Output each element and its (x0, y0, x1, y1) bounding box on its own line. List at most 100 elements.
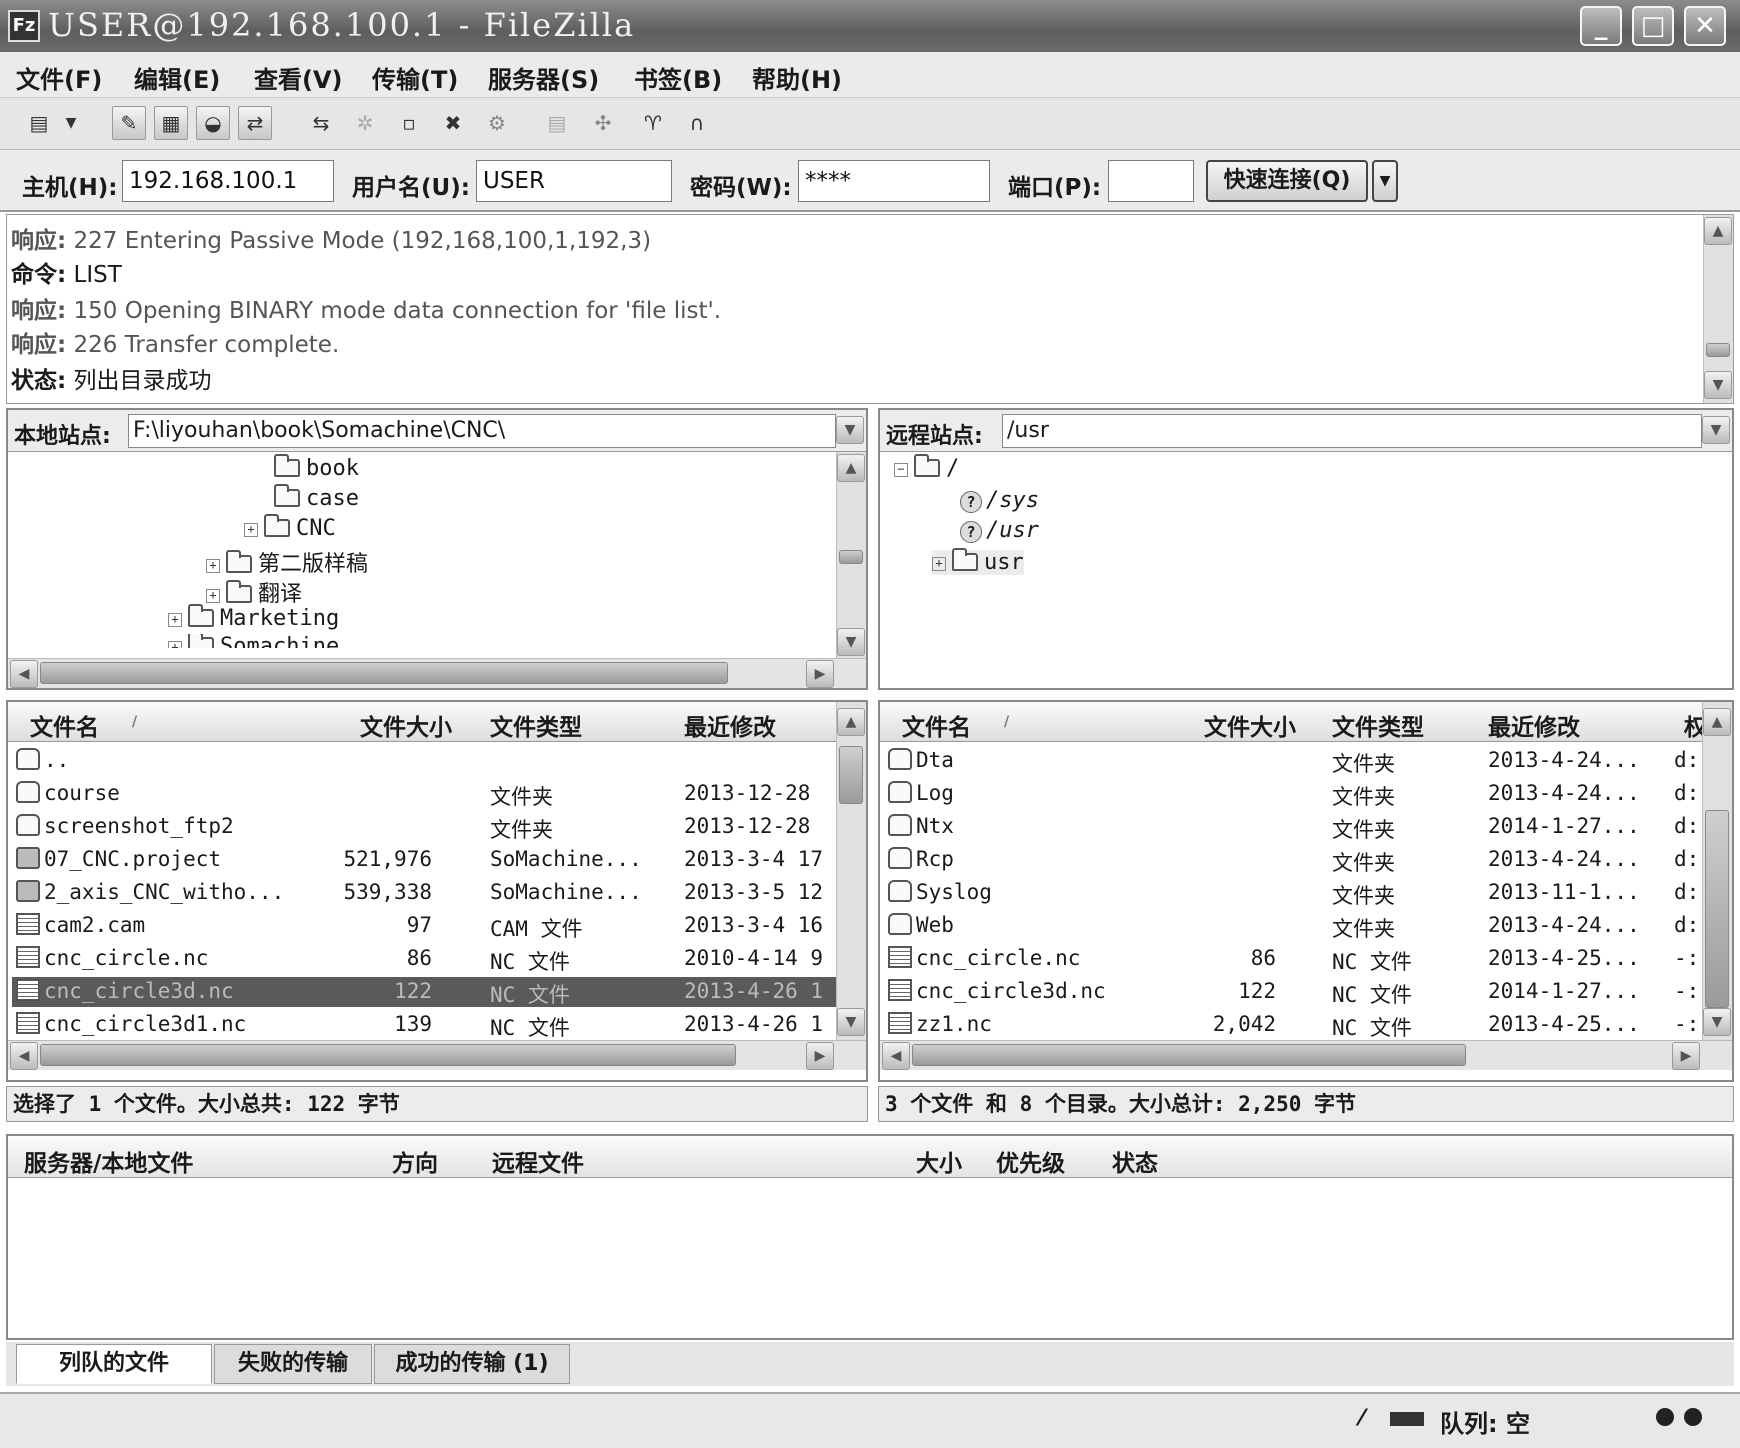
menu-server[interactable]: 服务器(S) (488, 60, 599, 95)
remote-list-hscrollbar[interactable]: ◀ ▶ (880, 1040, 1732, 1070)
scroll-down-icon[interactable]: ▼ (837, 1008, 865, 1036)
col-remote-file[interactable]: 远程文件 (492, 1144, 584, 1178)
tree-item[interactable]: + 第二版样稿 (206, 546, 368, 578)
col-filename[interactable]: 文件名 (30, 708, 99, 742)
log-scrollbar[interactable]: ▲ ▼ (1703, 215, 1733, 403)
expand-icon[interactable]: + (168, 641, 182, 648)
col-filesize[interactable]: 文件大小 (1204, 708, 1296, 742)
reconnect-icon[interactable]: ⚙ (480, 106, 514, 140)
scroll-up-icon[interactable]: ▲ (1704, 217, 1732, 245)
collapse-icon[interactable]: − (894, 463, 908, 477)
tree-item[interactable]: − / (894, 454, 959, 481)
scroll-left-icon[interactable]: ◀ (10, 660, 38, 688)
scroll-up-icon[interactable]: ▲ (1703, 708, 1731, 736)
tree-item[interactable]: + 翻译 (206, 576, 302, 608)
port-input[interactable] (1108, 160, 1194, 202)
tree-item[interactable]: + Marketing (168, 604, 339, 631)
site-manager-icon[interactable]: ▤ (22, 106, 56, 140)
binoculars-icon[interactable]: ∩ (680, 106, 714, 140)
scroll-thumb[interactable] (839, 746, 863, 804)
col-direction[interactable]: 方向 (392, 1144, 438, 1178)
file-row[interactable]: 2_axis_CNC_witho... 539,338 SoMachine... 20… (12, 878, 838, 908)
tree-item[interactable]: ?/usr (960, 518, 1039, 543)
col-modified[interactable]: 最近修改 (1488, 708, 1580, 742)
remote-list-vscrollbar[interactable]: ▲ ▼ (1702, 702, 1732, 1040)
scroll-down-icon[interactable]: ▼ (1704, 371, 1732, 399)
scroll-right-icon[interactable]: ▶ (806, 1042, 834, 1070)
col-filesize[interactable]: 文件大小 (360, 708, 452, 742)
menu-bookmarks[interactable]: 书签(B) (634, 60, 722, 95)
col-priority[interactable]: 优先级 (996, 1144, 1065, 1178)
local-list-hscrollbar[interactable]: ◀ ▶ (8, 1040, 866, 1070)
file-row[interactable]: cnc_circle3d.nc 122 NC 文件 2014-1-27... -: (884, 977, 1704, 1007)
tree-item[interactable]: book (274, 454, 359, 481)
scroll-down-icon[interactable]: ▼ (1703, 1008, 1731, 1036)
site-manager-dropdown-icon[interactable]: ▼ (60, 106, 82, 140)
scroll-thumb[interactable] (40, 662, 728, 684)
menu-help[interactable]: 帮助(H) (752, 60, 842, 95)
scroll-up-icon[interactable]: ▲ (837, 454, 865, 482)
tree-item[interactable]: case (274, 484, 359, 511)
scroll-thumb[interactable] (1706, 343, 1730, 357)
local-path-dropdown-icon[interactable]: ▼ (836, 416, 864, 444)
menu-edit[interactable]: 编辑(E) (134, 60, 220, 95)
directory-listing-filter-icon[interactable]: ▤ (540, 106, 574, 140)
refresh-icon[interactable]: ⇆ (304, 106, 338, 140)
col-server-local-file[interactable]: 服务器/本地文件 (24, 1144, 193, 1178)
file-row[interactable]: cnc_circle3d1.nc 139 NC 文件 2013-4-26 1 (12, 1010, 838, 1040)
tab-successful-transfers[interactable]: 成功的传输 (1) (374, 1344, 570, 1384)
tree-item[interactable]: + Somachine (168, 634, 339, 648)
tree-item[interactable]: + CNC (244, 514, 336, 541)
toggle-remote-tree-icon[interactable]: ◒ (196, 106, 230, 140)
file-row[interactable]: course 文件夹 2013-12-28 (12, 779, 838, 809)
col-status[interactable]: 状态 (1112, 1144, 1158, 1178)
password-input[interactable]: **** (798, 160, 990, 202)
local-path-input[interactable]: F:\liyouhan\book\Somachine\CNC\ (128, 414, 836, 448)
user-input[interactable]: USER (476, 160, 672, 202)
local-tree-hscrollbar[interactable]: ◀ ▶ (8, 658, 866, 688)
file-row[interactable]: Dta 文件夹 2013-4-24... d: (884, 746, 1704, 776)
scroll-left-icon[interactable]: ◀ (882, 1042, 910, 1070)
file-row[interactable]: screenshot_ftp2 文件夹 2013-12-28 (12, 812, 838, 842)
tree-item[interactable]: + usr (932, 548, 1024, 575)
scroll-left-icon[interactable]: ◀ (10, 1042, 38, 1070)
file-row[interactable]: cam2.cam 97 CAM 文件 2013-3-4 16 (12, 911, 838, 941)
process-queue-icon[interactable]: ✲ (348, 106, 382, 140)
file-row[interactable]: 07_CNC.project 521,976 SoMachine... 2013-3-… (12, 845, 838, 875)
scroll-right-icon[interactable]: ▶ (806, 660, 834, 688)
scroll-down-icon[interactable]: ▼ (837, 628, 865, 656)
expand-icon[interactable]: + (168, 613, 182, 627)
expand-icon[interactable]: + (244, 523, 258, 537)
menu-view[interactable]: 查看(V) (254, 60, 343, 95)
maximize-icon[interactable]: □ (1632, 6, 1674, 46)
tree-item[interactable]: ?/sys (960, 488, 1039, 513)
cancel-icon[interactable]: ▫ (392, 106, 426, 140)
disconnect-icon[interactable]: ✖ (436, 106, 470, 140)
file-row[interactable]: Rcp 文件夹 2013-4-24... d: (884, 845, 1704, 875)
col-filetype[interactable]: 文件类型 (490, 708, 582, 742)
quickconnect-button[interactable]: 快速连接(Q) (1206, 160, 1368, 202)
file-row[interactable]: cnc_circle.nc 86 NC 文件 2013-4-25... -: (884, 944, 1704, 974)
toggle-local-tree-icon[interactable]: ▦ (154, 106, 188, 140)
col-size[interactable]: 大小 (916, 1144, 962, 1178)
expand-icon[interactable]: + (206, 589, 220, 603)
file-row[interactable]: zz1.nc 2,042 NC 文件 2013-4-25... -: (884, 1010, 1704, 1040)
scroll-up-icon[interactable]: ▲ (837, 708, 865, 736)
file-row[interactable]: Web 文件夹 2013-4-24... d: (884, 911, 1704, 941)
menu-transfer[interactable]: 传输(T) (372, 60, 458, 95)
tab-failed-transfers[interactable]: 失败的传输 (214, 1344, 372, 1384)
file-row[interactable]: cnc_circle.nc 86 NC 文件 2010-4-14 9 (12, 944, 838, 974)
scroll-thumb[interactable] (839, 550, 863, 564)
host-input[interactable]: 192.168.100.1 (122, 160, 334, 202)
binary-mode-icon[interactable] (1390, 1412, 1424, 1426)
file-row[interactable]: Syslog 文件夹 2013-11-1... d: (884, 878, 1704, 908)
file-row[interactable]: .. (12, 746, 838, 776)
col-filename[interactable]: 文件名 (902, 708, 971, 742)
remote-path-dropdown-icon[interactable]: ▼ (1702, 416, 1730, 444)
speed-limit-icon[interactable]: ⁄ (1360, 1406, 1364, 1431)
file-row[interactable]: Ntx 文件夹 2014-1-27... d: (884, 812, 1704, 842)
file-row[interactable]: Log 文件夹 2013-4-24... d: (884, 779, 1704, 809)
minimize-icon[interactable]: _ (1580, 6, 1622, 46)
scroll-thumb[interactable] (1705, 810, 1729, 1008)
menu-file[interactable]: 文件(F) (16, 60, 102, 95)
